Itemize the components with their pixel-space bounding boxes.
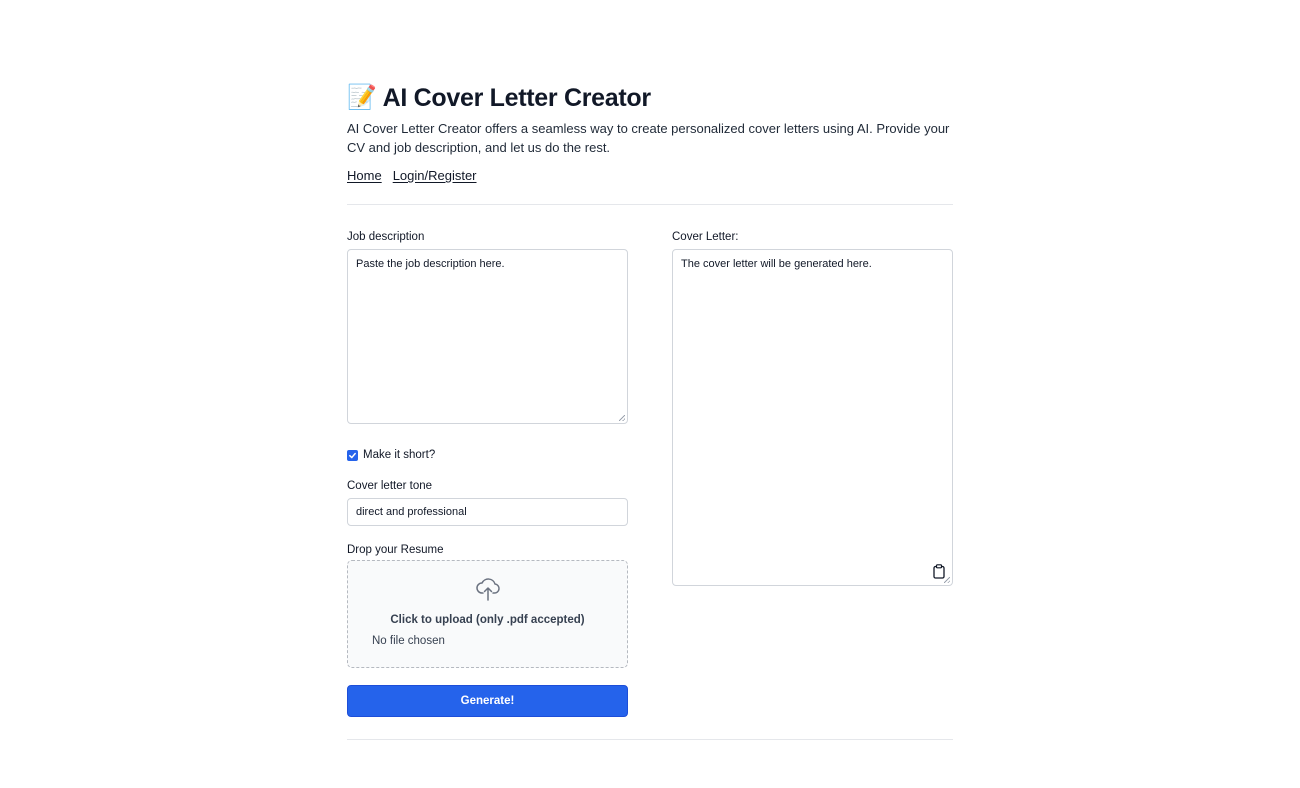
bottom-divider — [347, 739, 953, 740]
page-subtitle: AI Cover Letter Creator offers a seamles… — [347, 121, 950, 155]
resize-handle[interactable] — [944, 577, 950, 583]
nav-link-home[interactable]: Home — [347, 168, 382, 183]
tone-input[interactable]: direct and professional — [347, 498, 628, 526]
short-option-row[interactable]: Make it short? — [347, 447, 628, 463]
resize-handle[interactable] — [619, 415, 625, 421]
memo-icon: 📝 — [347, 84, 377, 111]
output-panel: Cover Letter: The cover letter will be g… — [672, 231, 953, 586]
top-nav: Home Login/Register — [347, 168, 953, 183]
job-description-label: Job description — [347, 231, 425, 243]
file-status: No file chosen — [372, 635, 445, 647]
page-header: 📝 AI Cover Letter Creator AI Cover Lette… — [347, 78, 953, 184]
job-description-placeholder: Paste the job description here. — [356, 258, 505, 270]
check-icon — [349, 452, 356, 458]
job-description-input[interactable]: Paste the job description here. — [347, 249, 628, 424]
resume-label: Drop your Resume — [347, 544, 444, 556]
short-checkbox-label: Make it short? — [363, 449, 436, 461]
upload-instructions: Click to upload (only .pdf accepted) — [390, 614, 585, 626]
page-title-text: AI Cover Letter Creator — [382, 83, 651, 112]
top-divider — [347, 204, 953, 205]
cloud-upload-icon — [476, 578, 500, 601]
resume-dropzone[interactable]: Click to upload (only .pdf accepted) No … — [347, 560, 628, 668]
cover-letter-label: Cover Letter: — [672, 231, 739, 243]
short-checkbox[interactable] — [347, 449, 358, 461]
nav-link-login-register[interactable]: Login/Register — [393, 168, 477, 183]
page-title: 📝 AI Cover Letter Creator — [347, 81, 953, 115]
tone-value: direct and professional — [356, 506, 467, 518]
generate-button[interactable]: Generate! — [347, 685, 628, 717]
input-form: Job description Paste the job descriptio… — [347, 231, 628, 717]
cover-letter-placeholder: The cover letter will be generated here. — [681, 258, 872, 270]
tone-label: Cover letter tone — [347, 480, 433, 492]
cover-letter-output[interactable]: The cover letter will be generated here. — [672, 249, 953, 586]
